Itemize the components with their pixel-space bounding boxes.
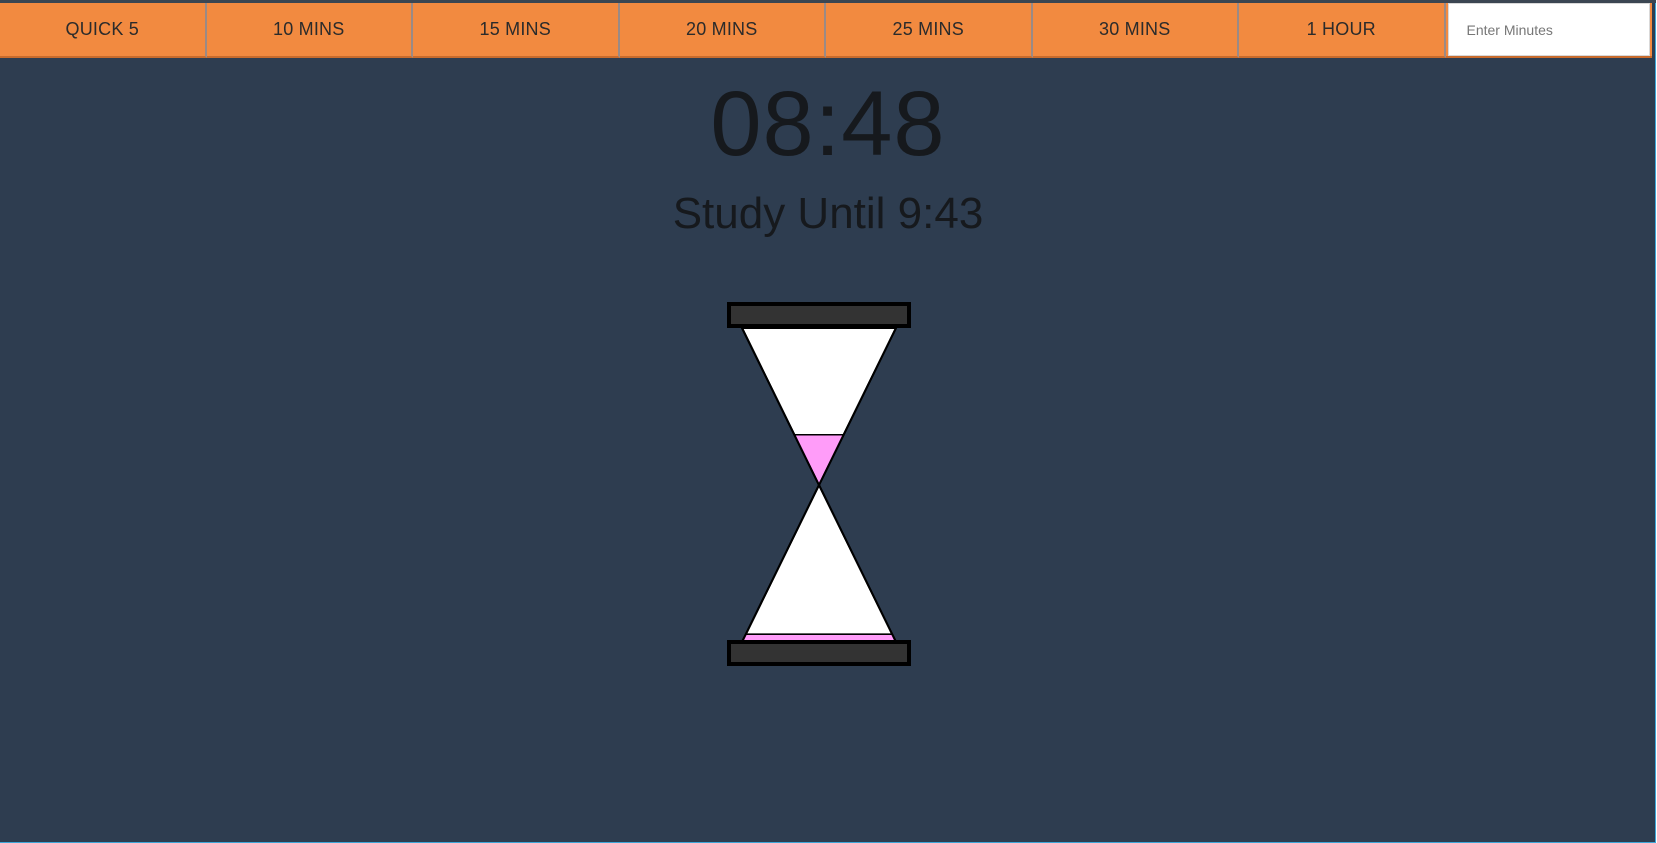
- preset-quick-5-button[interactable]: QUICK 5: [0, 3, 207, 58]
- preset-toolbar: QUICK 5 10 MINS 15 MINS 20 MINS 25 MINS …: [0, 3, 1656, 58]
- preset-20-mins-button[interactable]: 20 MINS: [619, 3, 826, 58]
- custom-minutes-input[interactable]: [1447, 3, 1650, 56]
- hourglass-bottom-cap: [727, 640, 911, 666]
- hourglass-top-sand: [793, 433, 845, 487]
- app-window: QUICK 5 10 MINS 15 MINS 20 MINS 25 MINS …: [0, 0, 1656, 843]
- preset-1-hour-button[interactable]: 1 HOUR: [1239, 3, 1446, 58]
- study-until-text: Study Until 9:43: [672, 189, 984, 238]
- preset-25-mins-button[interactable]: 25 MINS: [826, 3, 1033, 58]
- countdown-display: 08:48: [710, 73, 946, 175]
- preset-30-mins-button[interactable]: 30 MINS: [1032, 3, 1239, 58]
- custom-minutes-container: [1445, 3, 1652, 58]
- hourglass-top-cap: [727, 302, 911, 328]
- hourglass-icon: [727, 302, 911, 666]
- preset-15-mins-button[interactable]: 15 MINS: [413, 3, 620, 58]
- preset-10-mins-button[interactable]: 10 MINS: [206, 3, 413, 58]
